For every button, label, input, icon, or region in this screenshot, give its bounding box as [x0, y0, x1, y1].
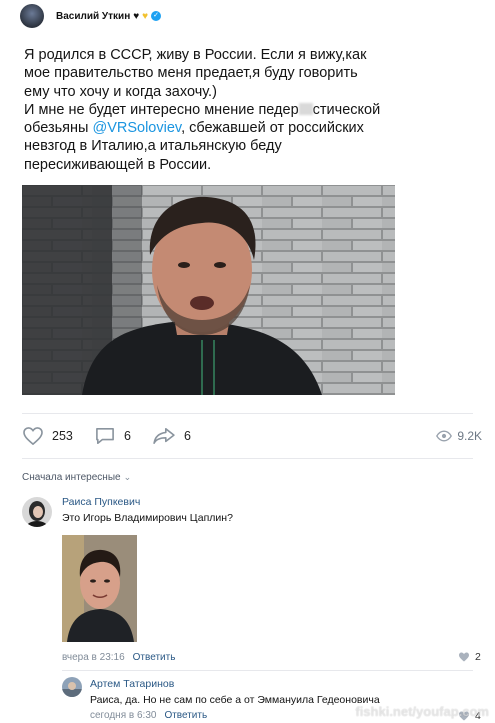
chevron-down-icon: ⌄ [123, 472, 132, 482]
comment-button[interactable]: 6 [94, 424, 131, 448]
comment-like-count: 2 [475, 651, 481, 663]
comment-text: Это Игорь Владимирович Цаплин? [62, 512, 233, 524]
tweet-line-part: стической [312, 101, 381, 118]
comment-avatar[interactable] [22, 497, 52, 527]
eye-icon [436, 430, 453, 442]
tweet-line: невзгод в Италию,а итальянскую беду [24, 138, 282, 155]
tweet-line: мое правительство меня предает,я буду го… [24, 65, 358, 82]
comment-avatar-image [22, 497, 52, 527]
tweet-line: Я родился в СССР, живу в России. Если я … [24, 47, 367, 63]
tweet-photo[interactable] [22, 185, 395, 395]
tweet-line: пересиживающей в России. [24, 156, 212, 173]
comment-text: Раиса, да. Но не сам по себе а от Эмману… [90, 694, 380, 706]
tweet-line: обезьяны @VRSoloviev, сбежавшей от росси… [24, 119, 384, 137]
verified-badge-icon: ✓ [151, 11, 162, 21]
comment-avatar-image [62, 677, 82, 697]
tweet-text: Я родился в СССР, живу в России. Если я … [24, 46, 384, 174]
divider [22, 458, 473, 459]
share-button[interactable]: 6 [152, 424, 191, 448]
heart-icon [459, 652, 469, 662]
comments-sort-label: Сначала интересные [22, 472, 121, 483]
comment-meta: вчера в 23:16 Ответить [62, 652, 175, 663]
reply-button[interactable]: Ответить [164, 710, 207, 721]
author-name[interactable]: Василий Уткин [56, 11, 130, 22]
tweet-line: И мне не будет интересно мнение педер сти… [24, 101, 384, 119]
comment-photo[interactable] [62, 535, 137, 642]
black-heart-icon: ♥ [133, 10, 140, 22]
comment-like-button[interactable]: 2 [458, 651, 481, 663]
comment-author[interactable]: Артем Татаринов [90, 678, 174, 690]
views-count: 9.2K [457, 429, 482, 443]
comment-count: 6 [124, 429, 131, 443]
like-count: 253 [52, 429, 73, 443]
reply-button[interactable]: Ответить [133, 652, 176, 663]
mention-link[interactable]: @VRSoloviev [92, 120, 181, 136]
divider [22, 413, 473, 414]
divider [62, 670, 473, 671]
heart-icon [23, 427, 43, 445]
tweet-line: ему что хочу и когда захочу.) [24, 83, 217, 100]
yellow-heart-icon: ♥ [142, 10, 149, 22]
author-avatar[interactable] [20, 4, 44, 28]
comment-icon [96, 427, 114, 445]
share-icon [153, 427, 175, 445]
author-line: Василий Уткин ♥ ♥ ✓ [56, 10, 162, 22]
views-counter: 9.2K [436, 424, 482, 448]
tweet-line-part: И мне не будет интересно мнение педер [24, 101, 299, 118]
tweet-header: Василий Уткин ♥ ♥ ✓ [20, 4, 162, 28]
tweet-photo-image [22, 185, 395, 395]
watermark: fishki.net/youfap.com [355, 704, 489, 719]
share-count: 6 [184, 429, 191, 443]
comment-time: вчера в 23:16 [62, 652, 125, 663]
like-button[interactable]: 253 [22, 424, 73, 448]
comment-author[interactable]: Раиса Пупкевич [62, 496, 140, 508]
comment-meta: сегодня в 6:30 Ответить [90, 710, 207, 721]
comment-photo-image [62, 535, 137, 642]
comment-avatar[interactable] [62, 677, 82, 697]
tweet-line-part: , сбежавшей от российских [181, 120, 364, 137]
censor-blur [298, 102, 313, 115]
tweet-line-part: обезьяны [24, 120, 93, 137]
post-actions-bar: 253 6 6 9.2K [22, 424, 482, 448]
comments-sort-dropdown[interactable]: Сначала интересные ⌄ [22, 472, 131, 483]
comment-time: сегодня в 6:30 [90, 710, 157, 721]
